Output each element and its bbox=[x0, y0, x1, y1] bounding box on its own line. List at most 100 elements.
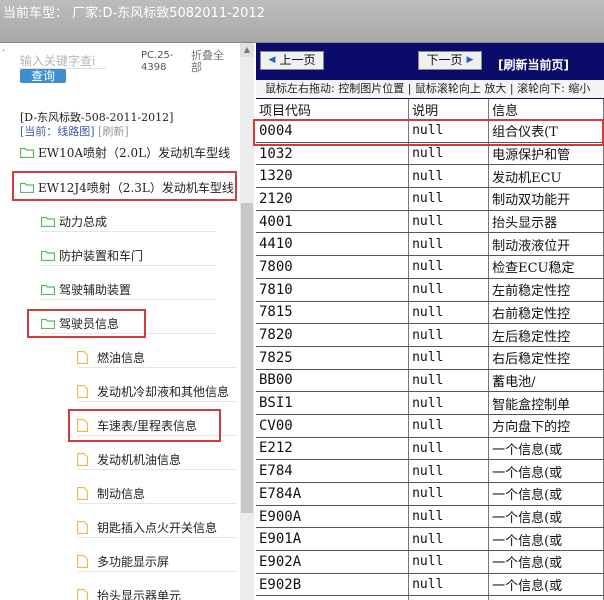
refresh-tree-link[interactable]: [刷新] bbox=[98, 125, 129, 138]
collapse-all-link[interactable]: 折叠全部 bbox=[191, 50, 231, 74]
tree-item-label: 多功能显示屏 bbox=[97, 554, 170, 569]
document-icon bbox=[77, 554, 88, 568]
table-row[interactable]: 7825 null 右后稳定性控 bbox=[256, 346, 604, 370]
cell-code: 7815 bbox=[256, 301, 410, 325]
cell-code: 7825 bbox=[256, 346, 410, 370]
cell-desc: null bbox=[408, 255, 490, 279]
prev-page-button[interactable]: ◀ 上一页 bbox=[260, 51, 324, 70]
sidebar-scrollbar[interactable]: ▲ bbox=[240, 43, 254, 600]
tree-item-label: 制动信息 bbox=[97, 486, 146, 501]
tree-item[interactable]: 驾驶辅助装置 bbox=[41, 279, 216, 300]
corner-mark: . bbox=[2, 43, 6, 54]
table-row[interactable]: E902A null 一个信息(或 bbox=[256, 550, 604, 574]
cell-desc: null bbox=[408, 505, 490, 529]
table-row[interactable]: 7820 null 左后稳定性控 bbox=[256, 323, 604, 347]
next-arrow-icon: ▶ bbox=[466, 55, 474, 65]
cell-desc: null bbox=[408, 482, 490, 506]
table-row[interactable]: 4410 null 制动液液位开 bbox=[256, 232, 604, 257]
tree-item-label: 钥匙插入点火开关信息 bbox=[97, 520, 218, 535]
cell-desc: null bbox=[408, 459, 490, 483]
table-row[interactable]: 2120 null 制动双功能开 bbox=[256, 187, 604, 211]
current-view-label: [当前：线路图] bbox=[20, 125, 95, 138]
cell-code: E900A bbox=[256, 505, 410, 529]
cell-desc: null bbox=[408, 391, 490, 415]
cell-desc: null bbox=[408, 414, 490, 438]
cell-desc: null bbox=[408, 369, 490, 393]
search-input[interactable] bbox=[18, 53, 106, 69]
search-button[interactable]: 查询 bbox=[20, 69, 66, 83]
cell-info: 一个信息(或 bbox=[488, 459, 604, 483]
table-row[interactable]: 1320 null 发动机ECU bbox=[256, 164, 604, 189]
tree-item-label: 防护装置和车门 bbox=[59, 248, 144, 263]
table-header-row: 项目代码 说明 信息 bbox=[256, 99, 604, 120]
table-row[interactable]: 4001 null 抬头显示器 bbox=[256, 210, 604, 234]
table-row[interactable]: 7815 null 右前稳定性控 bbox=[256, 301, 604, 325]
tree-item[interactable]: 钥匙插入点火开关信息 bbox=[77, 517, 237, 538]
table-row[interactable]: E902B null 一个信息(或 bbox=[256, 573, 604, 597]
document-icon bbox=[77, 384, 88, 398]
folder-icon bbox=[20, 147, 34, 158]
cell-info: 右后稳定性控 bbox=[488, 346, 604, 370]
cell-code: BSI1 bbox=[256, 391, 410, 415]
cell-desc: null bbox=[408, 278, 490, 302]
table-row[interactable]: E784 null 一个信息(或 bbox=[256, 459, 604, 483]
cell-info: 一个信息(或 bbox=[488, 595, 604, 600]
scroll-up-arrow-icon[interactable]: ▲ bbox=[240, 43, 254, 57]
tree-item[interactable]: 防护装置和车门 bbox=[41, 245, 216, 266]
tree-item[interactable]: 多功能显示屏 bbox=[77, 551, 237, 572]
tree-item-label: 抬头显示器单元 bbox=[97, 588, 182, 600]
tree-item[interactable]: 动力总成 bbox=[41, 211, 216, 232]
cell-code: E784A bbox=[256, 482, 410, 506]
tree-item[interactable]: 发动机机油信息 bbox=[77, 449, 237, 470]
cell-desc: null bbox=[408, 550, 490, 574]
cell-code: 7810 bbox=[256, 278, 410, 302]
cell-info: 一个信息(或 bbox=[488, 550, 604, 574]
tree-item[interactable]: 制动信息 bbox=[77, 483, 237, 504]
cell-info: 制动双功能开 bbox=[488, 187, 604, 211]
cell-info: 检查ECU稳定 bbox=[488, 255, 604, 279]
cell-code: E784 bbox=[256, 459, 410, 483]
table-row[interactable]: E901A null 一个信息(或 bbox=[256, 527, 604, 552]
sidebar-scroll-thumb[interactable] bbox=[241, 203, 253, 513]
cell-info: 一个信息(或 bbox=[488, 437, 604, 461]
highlight-box-driver-info bbox=[27, 309, 146, 338]
table-row[interactable]: 7810 null 左前稳定性控 bbox=[256, 278, 604, 302]
component-table: 项目代码 说明 信息 0004 null 组合仪表(T 1032 null 电源保护和管 1… bbox=[256, 99, 604, 600]
tree-item[interactable]: EW10A喷射（2.0L）发动机车型线 bbox=[20, 142, 240, 162]
table-row[interactable]: CV00 null 方向盘下的控 bbox=[256, 414, 604, 438]
table-row[interactable]: 7800 null 检查ECU稳定 bbox=[256, 255, 604, 279]
cell-desc: null bbox=[408, 437, 490, 461]
cell-desc: null bbox=[408, 323, 490, 347]
column-header-info: 信息 bbox=[488, 99, 604, 120]
cell-info: 一个信息(或 bbox=[488, 527, 604, 552]
cell-code: E212 bbox=[256, 437, 410, 461]
tree-item[interactable]: 抬头显示器单元 bbox=[77, 585, 237, 600]
column-header-desc: 说明 bbox=[408, 99, 490, 120]
cell-code: E902C bbox=[256, 595, 410, 600]
document-icon bbox=[77, 452, 88, 466]
current-location: [当前：线路图] [刷新] bbox=[20, 123, 129, 139]
cell-desc: null bbox=[408, 301, 490, 325]
tree-item[interactable]: 发动机冷却液和其他信息 bbox=[77, 381, 237, 402]
cell-info: 抬头显示器 bbox=[488, 210, 604, 234]
tree-item[interactable]: 燃油信息 bbox=[77, 347, 237, 368]
cell-info: 一个信息(或 bbox=[488, 573, 604, 597]
table-row[interactable]: BB00 null 蓄电池/ bbox=[256, 369, 604, 393]
cell-code: 1320 bbox=[256, 164, 410, 189]
cell-info: 方向盘下的控 bbox=[488, 414, 604, 438]
document-icon bbox=[77, 588, 88, 600]
table-row[interactable]: E900A null 一个信息(或 bbox=[256, 505, 604, 529]
document-icon bbox=[77, 520, 88, 534]
cell-info: 右前稳定性控 bbox=[488, 301, 604, 325]
tree-item-label: 发动机冷却液和其他信息 bbox=[97, 384, 230, 399]
table-row[interactable]: BSI1 null 智能盒控制单 bbox=[256, 391, 604, 415]
table-row[interactable]: E784A null 一个信息(或 bbox=[256, 482, 604, 506]
pc-code: PC.25-4398 bbox=[141, 50, 174, 73]
table-row[interactable]: E212 null 一个信息(或 bbox=[256, 437, 604, 461]
cell-code: E901A bbox=[256, 527, 410, 552]
next-page-button[interactable]: 下一页 ▶ bbox=[418, 51, 482, 70]
table-row[interactable]: E902Cnull一个信息(或 bbox=[256, 595, 604, 600]
cell-desc: null bbox=[408, 573, 490, 597]
refresh-page-link[interactable]: [刷新当前页] bbox=[498, 56, 569, 73]
cell-info: 蓄电池/ bbox=[488, 369, 604, 393]
